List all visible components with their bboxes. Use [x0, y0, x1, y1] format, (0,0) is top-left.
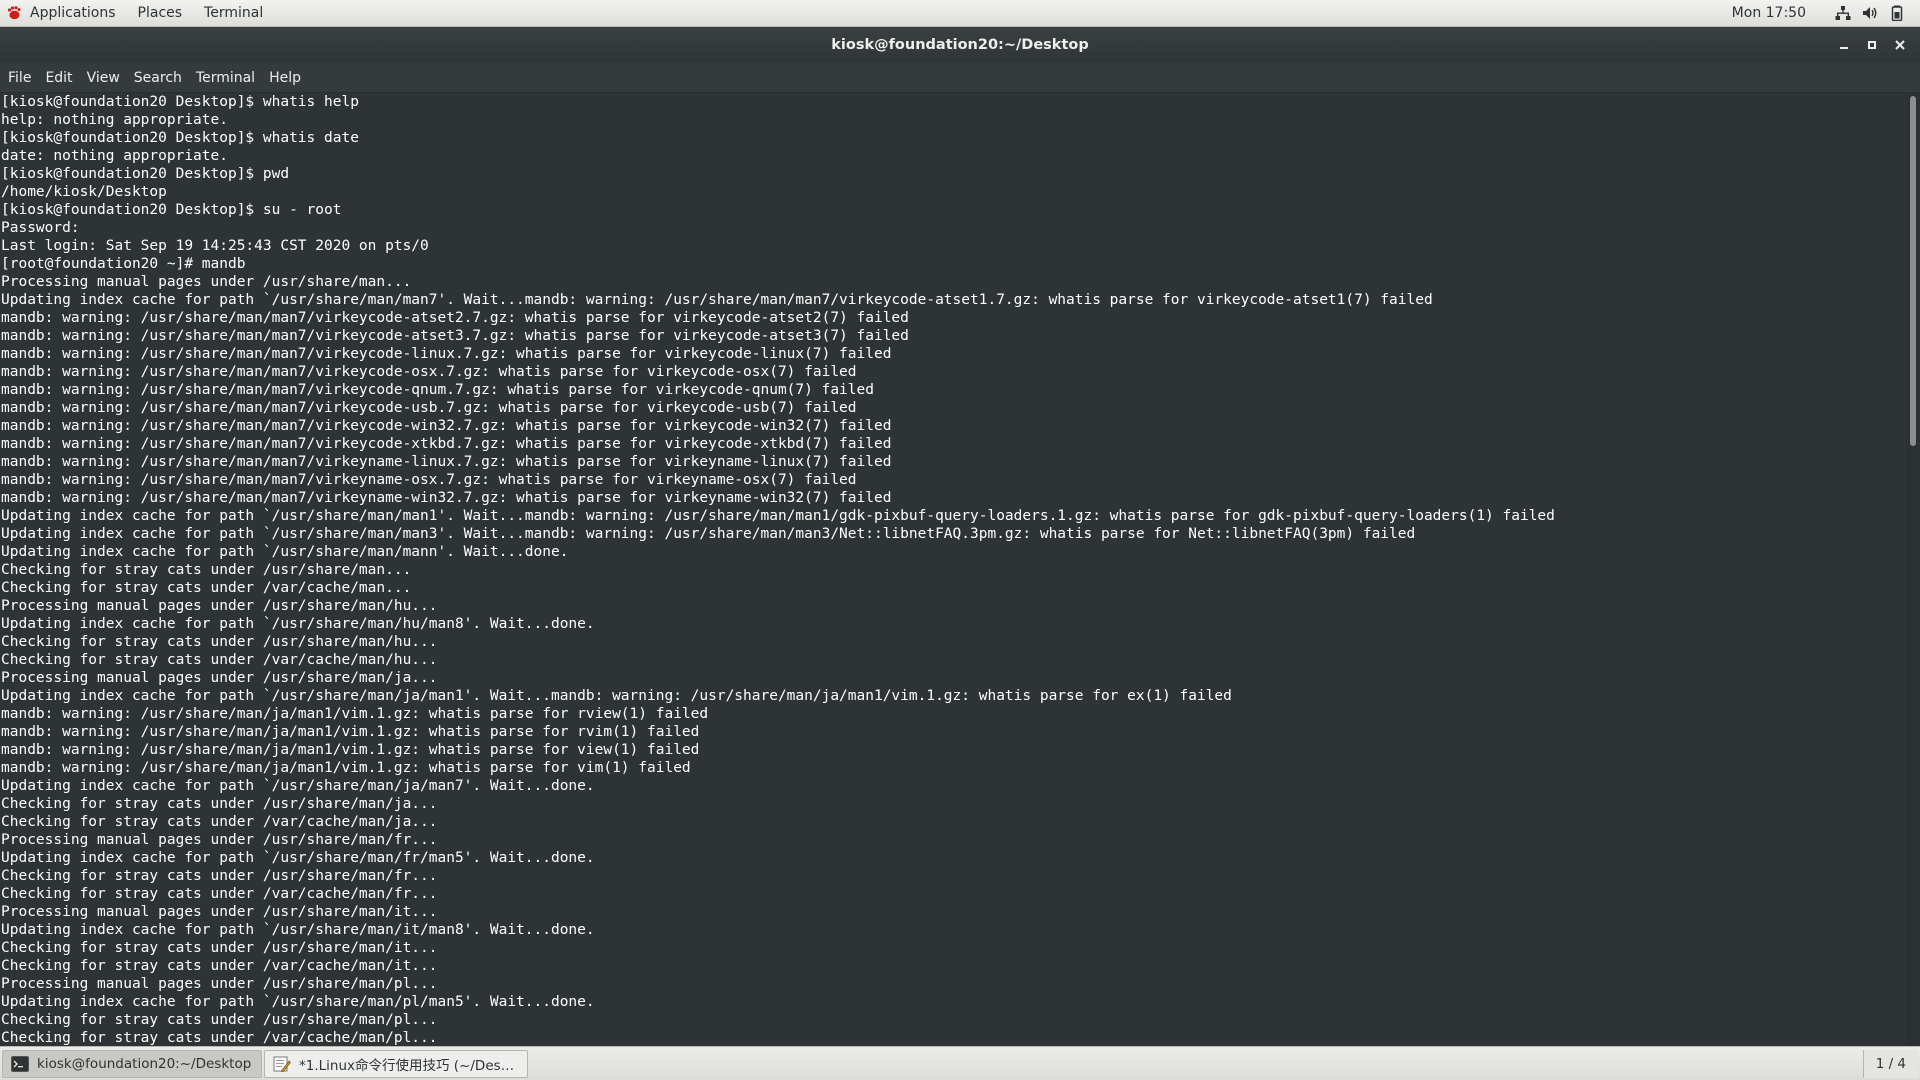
- terminal-line: Checking for stray cats under /var/cache…: [1, 652, 438, 668]
- terminal-line: Processing manual pages under /usr/share…: [1, 904, 438, 920]
- terminal-icon: [11, 1055, 29, 1072]
- terminal-line: mandb: warning: /usr/share/man/ja/man1/v…: [1, 706, 709, 722]
- terminal-line: mandb: warning: /usr/share/man/man7/virk…: [1, 328, 909, 344]
- taskbar-item-label: kiosk@foundation20:~/Desktop: [37, 1055, 252, 1072]
- terminal-menubar: File Edit View Search Terminal Help: [0, 63, 1920, 93]
- terminal-line: Processing manual pages under /usr/share…: [1, 274, 412, 290]
- window-titlebar[interactable]: kiosk@foundation20:~/Desktop: [0, 27, 1920, 63]
- terminal-line: Updating index cache for path `/usr/shar…: [1, 616, 595, 632]
- terminal-line: Updating index cache for path `/usr/shar…: [1, 688, 1232, 704]
- taskbar-item-terminal[interactable]: kiosk@foundation20:~/Desktop: [2, 1049, 262, 1078]
- scrollbar-thumb[interactable]: [1910, 96, 1916, 446]
- clock[interactable]: Mon 17:50: [1732, 5, 1834, 21]
- terminal-line: Last login: Sat Sep 19 14:25:43 CST 2020…: [1, 238, 429, 254]
- terminal-line: [kiosk@foundation20 Desktop]$ whatis hel…: [1, 94, 359, 110]
- top-panel: Applications Places Terminal Mon 17:50: [0, 0, 1920, 27]
- terminal-line: Checking for stray cats under /var/cache…: [1, 958, 438, 974]
- close-icon[interactable]: [1886, 31, 1914, 59]
- minimize-icon[interactable]: [1830, 31, 1858, 59]
- taskbar-item-label: *1.Linux命令行使用技巧 (~/Desktop...: [299, 1057, 519, 1074]
- terminal-line: Processing manual pages under /usr/share…: [1, 598, 438, 614]
- terminal-app-menu[interactable]: Terminal: [193, 0, 274, 27]
- volume-icon[interactable]: [1861, 4, 1879, 22]
- terminal-line: mandb: warning: /usr/share/man/ja/man1/v…: [1, 742, 700, 758]
- terminal-line: Updating index cache for path `/usr/shar…: [1, 850, 595, 866]
- terminal-line: Updating index cache for path `/usr/shar…: [1, 922, 595, 938]
- terminal-line: mandb: warning: /usr/share/man/man7/virk…: [1, 436, 892, 452]
- terminal-line: Updating index cache for path `/usr/shar…: [1, 994, 595, 1010]
- terminal-line: Checking for stray cats under /usr/share…: [1, 796, 438, 812]
- menu-search[interactable]: Search: [127, 63, 189, 93]
- terminal-line: Updating index cache for path `/usr/shar…: [1, 778, 595, 794]
- terminal-line: Updating index cache for path `/usr/shar…: [1, 526, 1416, 542]
- terminal-line: Processing manual pages under /usr/share…: [1, 832, 438, 848]
- battery-icon[interactable]: [1888, 4, 1906, 22]
- terminal-line: Checking for stray cats under /usr/share…: [1, 562, 412, 578]
- terminal-line: Checking for stray cats under /usr/share…: [1, 1012, 438, 1028]
- terminal-line: mandb: warning: /usr/share/man/ja/man1/v…: [1, 760, 691, 776]
- terminal-line: Updating index cache for path `/usr/shar…: [1, 292, 1433, 308]
- terminal-scrollbar[interactable]: [1906, 93, 1920, 1046]
- taskbar-item-text-editor[interactable]: *1.Linux命令行使用技巧 (~/Desktop...: [264, 1049, 528, 1078]
- terminal-line: Checking for stray cats under /var/cache…: [1, 580, 412, 596]
- terminal-line: Updating index cache for path `/usr/shar…: [1, 508, 1555, 524]
- menu-view[interactable]: View: [80, 63, 127, 93]
- terminal-line: mandb: warning: /usr/share/man/man7/virk…: [1, 418, 892, 434]
- terminal-line: Checking for stray cats under /var/cache…: [1, 1030, 438, 1046]
- applications-menu[interactable]: Applications: [0, 0, 127, 27]
- terminal-line: Checking for stray cats under /var/cache…: [1, 886, 438, 902]
- top-menu: Applications Places Terminal: [0, 0, 274, 26]
- terminal-line: mandb: warning: /usr/share/man/man7/virk…: [1, 310, 909, 326]
- window-controls: [1830, 27, 1914, 63]
- terminal-line: mandb: warning: /usr/share/man/ja/man1/v…: [1, 724, 700, 740]
- menu-file[interactable]: File: [1, 63, 38, 93]
- window-title: kiosk@foundation20:~/Desktop: [831, 37, 1089, 53]
- terminal-line: mandb: warning: /usr/share/man/man7/virk…: [1, 472, 857, 488]
- gnome-foot-icon: [6, 5, 22, 21]
- terminal-line: [kiosk@foundation20 Desktop]$ su - root: [1, 202, 342, 218]
- terminal-line: mandb: warning: /usr/share/man/man7/virk…: [1, 490, 892, 506]
- terminal-line: /home/kiosk/Desktop: [1, 184, 167, 200]
- terminal-line: [kiosk@foundation20 Desktop]$ whatis dat…: [1, 130, 359, 146]
- menu-edit[interactable]: Edit: [38, 63, 79, 93]
- top-panel-right: Mon 17:50: [1732, 0, 1920, 26]
- maximize-icon[interactable]: [1858, 31, 1886, 59]
- network-icon[interactable]: [1834, 4, 1852, 22]
- workspace-indicator[interactable]: 1 / 4: [1862, 1049, 1918, 1078]
- terminal-line: mandb: warning: /usr/share/man/man7/virk…: [1, 454, 892, 470]
- terminal-line: Checking for stray cats under /var/cache…: [1, 814, 438, 830]
- terminal-line: mandb: warning: /usr/share/man/man7/virk…: [1, 400, 857, 416]
- terminal-line: [root@foundation20 ~]# mandb: [1, 256, 246, 272]
- terminal-line: date: nothing appropriate.: [1, 148, 228, 164]
- terminal-line: Processing manual pages under /usr/share…: [1, 670, 438, 686]
- terminal-line: help: nothing appropriate.: [1, 112, 228, 128]
- menu-terminal[interactable]: Terminal: [189, 63, 262, 93]
- menu-help[interactable]: Help: [262, 63, 308, 93]
- text-editor-icon: [273, 1056, 291, 1072]
- terminal-line: Checking for stray cats under /usr/share…: [1, 940, 438, 956]
- terminal-line: Processing manual pages under /usr/share…: [1, 976, 438, 992]
- terminal-line: Password:: [1, 220, 80, 236]
- places-menu[interactable]: Places: [127, 0, 194, 27]
- terminal-line: mandb: warning: /usr/share/man/man7/virk…: [1, 382, 874, 398]
- terminal-line: Checking for stray cats under /usr/share…: [1, 634, 438, 650]
- terminal-output[interactable]: [kiosk@foundation20 Desktop]$ whatis hel…: [0, 93, 1906, 1046]
- terminal-line: mandb: warning: /usr/share/man/man7/virk…: [1, 346, 892, 362]
- applications-menu-label: Applications: [30, 4, 116, 21]
- bottom-taskbar: kiosk@foundation20:~/Desktop *1.Linux命令行…: [0, 1046, 1920, 1080]
- terminal-line: mandb: warning: /usr/share/man/man7/virk…: [1, 364, 857, 380]
- terminal-line: Checking for stray cats under /usr/share…: [1, 868, 438, 884]
- terminal-line: [kiosk@foundation20 Desktop]$ pwd: [1, 166, 290, 182]
- terminal-line: Updating index cache for path `/usr/shar…: [1, 544, 569, 560]
